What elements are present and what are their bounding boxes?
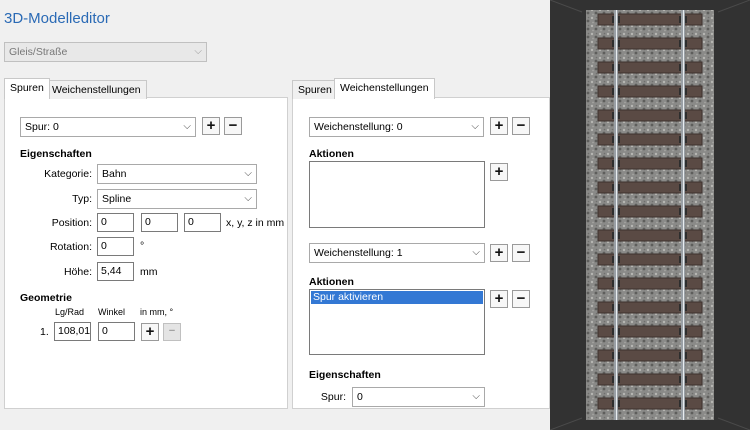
- spur-select-right[interactable]: 0 ⌵: [352, 387, 485, 407]
- left-tab-panel: [4, 97, 288, 409]
- chevron-down-icon: ⌵: [472, 391, 480, 402]
- 3d-viewport[interactable]: [550, 0, 750, 430]
- tab-weichenstellungen-left[interactable]: Weichenstellungen: [46, 80, 147, 99]
- plus-icon: +: [145, 323, 155, 340]
- rotation-label: Rotation:: [49, 241, 92, 253]
- typ-value: Spline: [102, 193, 132, 205]
- track-preview: [550, 0, 750, 430]
- tab-spuren-left[interactable]: Spuren: [4, 78, 50, 99]
- sleepers: [597, 13, 703, 410]
- geometry-col-angle: Winkel: [98, 307, 126, 317]
- kategorie-label: Kategorie:: [44, 168, 92, 180]
- geometry-col-length: Lg/Rad: [55, 307, 85, 317]
- tab-spuren-right[interactable]: Spuren: [292, 80, 338, 99]
- position-label: Position:: [51, 217, 92, 229]
- minus-icon: −: [228, 117, 238, 134]
- hoehe-label: Höhe:: [63, 266, 92, 278]
- geometry-length-input[interactable]: 108,01: [54, 322, 91, 341]
- aktionen-list-1[interactable]: [309, 161, 485, 228]
- aktionen-heading-2: Aktionen: [309, 276, 354, 288]
- typ-select[interactable]: Spline ⌵: [97, 189, 257, 209]
- remove-aktion-button-2[interactable]: −: [512, 290, 530, 308]
- geometry-angle-input[interactable]: 0: [98, 322, 135, 341]
- typ-label: Typ:: [72, 193, 92, 205]
- aktionen-list-2[interactable]: Spur aktivieren: [309, 289, 485, 355]
- hoehe-input[interactable]: 5,44: [97, 262, 134, 281]
- weichenstellung-1-value: Weichenstellung: 1: [314, 247, 403, 259]
- spur-select-value: Spur: 0: [25, 121, 59, 133]
- chevron-down-icon: ⌵: [471, 121, 479, 132]
- rotation-input[interactable]: 0: [97, 237, 134, 256]
- add-aktion-button-2[interactable]: +: [490, 290, 508, 308]
- chevron-down-icon: ⌵: [244, 193, 252, 204]
- plus-icon: +: [206, 117, 216, 134]
- properties-heading-right: Eigenschaften: [309, 369, 381, 381]
- geometry-row-index: 1.: [40, 326, 49, 338]
- remove-weichenstellung-button-2[interactable]: −: [512, 244, 530, 262]
- add-aktion-button-1[interactable]: +: [490, 163, 508, 181]
- rotation-unit: °: [140, 240, 145, 252]
- position-unit: x, y, z in mm: [226, 217, 285, 229]
- kategorie-select[interactable]: Bahn ⌵: [97, 164, 257, 184]
- add-weichenstellung-button-2[interactable]: +: [490, 244, 508, 262]
- plus-icon: +: [494, 117, 504, 134]
- position-z-input[interactable]: 0: [184, 213, 221, 232]
- position-x-input[interactable]: 0: [97, 213, 134, 232]
- spur-label-right: Spur:: [320, 391, 346, 403]
- chevron-down-icon: ⌵: [472, 247, 480, 258]
- minus-icon: −: [516, 244, 526, 261]
- position-y-input[interactable]: 0: [141, 213, 178, 232]
- object-type-select: Gleis/Straße ⌵: [4, 42, 207, 62]
- app-title: 3D-Modelleditor: [4, 10, 110, 27]
- plus-icon: +: [494, 244, 504, 261]
- chevron-down-icon: ⌵: [183, 121, 191, 132]
- weichenstellung-1-select[interactable]: Weichenstellung: 1 ⌵: [309, 243, 485, 263]
- spur-select[interactable]: Spur: 0 ⌵: [20, 117, 196, 137]
- plus-icon: +: [494, 290, 504, 307]
- geometry-heading: Geometrie: [20, 292, 72, 304]
- remove-weichenstellung-button[interactable]: −: [512, 117, 530, 135]
- hoehe-unit: mm: [140, 266, 158, 278]
- aktion-item-spur-aktivieren[interactable]: Spur aktivieren: [311, 291, 483, 304]
- minus-icon: −: [168, 325, 176, 337]
- add-spur-button[interactable]: +: [202, 117, 220, 135]
- minus-icon: −: [516, 290, 526, 307]
- remove-spur-button[interactable]: −: [224, 117, 242, 135]
- kategorie-value: Bahn: [102, 168, 127, 180]
- aktionen-heading-1: Aktionen: [309, 148, 354, 160]
- plus-icon: +: [494, 163, 504, 180]
- spur-select-right-value: 0: [357, 391, 363, 403]
- add-segment-button[interactable]: +: [141, 323, 159, 341]
- weichenstellung-0-value: Weichenstellung: 0: [314, 121, 403, 133]
- remove-segment-button[interactable]: −: [163, 323, 181, 341]
- properties-heading: Eigenschaften: [20, 148, 92, 160]
- object-type-value: Gleis/Straße: [9, 46, 68, 58]
- chevron-down-icon: ⌵: [244, 168, 252, 179]
- tab-weichenstellungen-right[interactable]: Weichenstellungen: [334, 78, 435, 99]
- add-weichenstellung-button[interactable]: +: [490, 117, 508, 135]
- minus-icon: −: [516, 117, 526, 134]
- geometry-col-unit: in mm, °: [140, 307, 174, 317]
- weichenstellung-0-select[interactable]: Weichenstellung: 0 ⌵: [309, 117, 484, 137]
- chevron-down-icon: ⌵: [194, 46, 202, 57]
